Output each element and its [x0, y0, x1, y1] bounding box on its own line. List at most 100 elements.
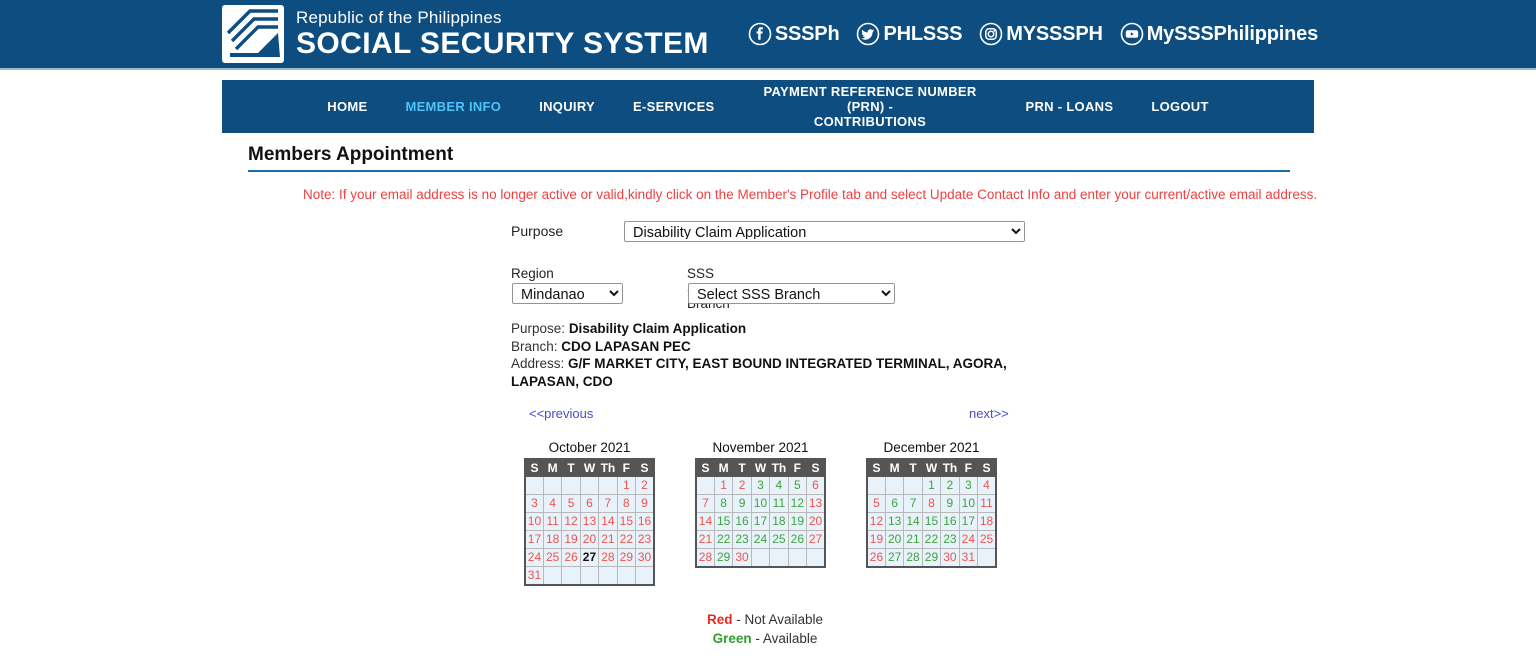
calendar-day-cell: 30 — [635, 548, 655, 567]
appointment-details: Purpose: Disability Claim Application Br… — [511, 320, 1031, 390]
calendar-day-empty — [635, 566, 655, 586]
calendar-weekday-1: M — [542, 458, 563, 477]
calendar-table[interactable]: S M T W Th F S 1 2 3 4 5 6 7 8 9 10 11 12 13 14 15 16 17 18 19 20 2… — [866, 458, 997, 568]
calendar-day-cell[interactable]: 12 — [787, 494, 808, 513]
calendar-day-empty — [579, 476, 600, 495]
calendar-day-cell[interactable]: 9 — [732, 494, 752, 513]
calendar-day-empty — [598, 476, 618, 495]
calendar-day-cell: 13 — [806, 494, 826, 513]
calendar-day-cell[interactable]: 5 — [787, 476, 808, 495]
calendar-day-cell: 24 — [524, 548, 544, 567]
calendar-week-row: 14 15 16 17 18 19 20 — [695, 512, 826, 531]
calendar-day-cell: 10 — [524, 512, 544, 531]
nav-item-home[interactable]: HOME — [308, 99, 386, 114]
calendar-day-cell[interactable]: 10 — [750, 494, 771, 513]
calendar-day-cell[interactable]: 20 — [884, 530, 905, 549]
branch-select[interactable]: Select SSS Branch — [688, 283, 895, 304]
detail-branch-value: CDO LAPASAN PEC — [561, 338, 691, 354]
calendar-table[interactable]: S M T W Th F S 1 2 3 4 5 6 7 8 9 10 11 12 13 14 15 16 17 18 19 20 2… — [524, 458, 655, 586]
calendar-table[interactable]: S M T W Th F S 1 2 3 4 5 6 7 8 9 10 11 12 13 14 15 16 17 18 19 20 2… — [695, 458, 826, 568]
calendar-day-cell[interactable]: 8 — [713, 494, 734, 513]
social-link-facebook[interactable]: SSSPh — [748, 22, 840, 46]
calendar-day-cell[interactable]: 9 — [940, 494, 960, 513]
calendar-day-cell[interactable]: 17 — [750, 512, 771, 531]
calendar-day-cell[interactable]: 19 — [787, 512, 808, 531]
calendar-day-cell[interactable]: 16 — [732, 512, 752, 531]
calendar-day-cell[interactable]: 22 — [921, 530, 942, 549]
calendar-day-cell: 3 — [524, 494, 544, 513]
purpose-select[interactable]: Disability Claim Application — [624, 221, 1025, 242]
calendar-day-cell[interactable]: 22 — [713, 530, 734, 549]
instagram-icon — [979, 22, 1003, 46]
detail-branch-row: Branch: CDO LAPASAN PEC — [511, 338, 1031, 356]
calendar-day-cell[interactable]: 24 — [750, 530, 771, 549]
detail-address-key: Address: — [511, 356, 565, 371]
calendar-day-cell: 23 — [635, 530, 655, 549]
calendar-weekday-1: M — [713, 458, 734, 477]
calendar-day-cell[interactable]: 3 — [958, 476, 979, 495]
calendar-day-cell: 25 — [977, 530, 997, 549]
calendar-day-cell[interactable]: 28 — [903, 548, 923, 568]
calendar-day-cell[interactable]: 7 — [903, 494, 923, 513]
calendar-weekday-6: S — [806, 458, 826, 477]
nav-item-inquiry[interactable]: INQUIRY — [520, 99, 614, 114]
nav-item-member-info[interactable]: MEMBER INFO — [386, 99, 520, 114]
nav-item-prn-contributions[interactable]: PAYMENT REFERENCE NUMBER (PRN) - CONTRIB… — [734, 84, 1007, 129]
nav-item-prn-loans[interactable]: PRN - LOANS — [1007, 99, 1133, 114]
calendar-day-cell[interactable]: 3 — [750, 476, 771, 495]
detail-branch-key: Branch: — [511, 338, 558, 354]
calendar-day-cell[interactable]: 23 — [940, 530, 960, 549]
nav-item-e-services[interactable]: E-SERVICES — [614, 99, 734, 114]
previous-months-link[interactable]: <<previous — [529, 406, 593, 421]
calendar-week-row: 1234 — [866, 476, 997, 495]
calendar-day-cell: 18 — [542, 530, 563, 549]
calendar-day-cell[interactable]: 2 — [940, 476, 960, 495]
calendar-day-cell[interactable]: 27 — [884, 548, 905, 568]
calendar-day-cell[interactable]: 17 — [958, 512, 979, 531]
calendar-weekday-4: Th — [598, 458, 618, 477]
calendar-day-empty — [524, 476, 544, 495]
calendar-day-cell[interactable]: 11 — [769, 494, 789, 513]
calendar-week-row: 31 — [524, 566, 655, 586]
calendar-week-row: 5 6 7 8 9 10 11 — [866, 494, 997, 513]
calendar-day-cell: 1 — [713, 476, 734, 495]
calendar-week-row: 7 8 9 10 11 12 13 — [695, 494, 826, 513]
calendar-day-cell[interactable]: 29 — [921, 548, 942, 568]
calendar-weekday-6: S — [635, 458, 655, 477]
nav-item-logout[interactable]: LOGOUT — [1132, 99, 1227, 114]
calendar-day-cell[interactable]: 6 — [884, 494, 905, 513]
calendar-day-cell[interactable]: 25 — [769, 530, 789, 549]
calendar-day-cell[interactable]: 10 — [958, 494, 979, 513]
calendar-day-cell[interactable]: 15 — [713, 512, 734, 531]
calendar-day-cell[interactable]: 23 — [732, 530, 752, 549]
calendar-day-cell[interactable]: 18 — [769, 512, 789, 531]
calendar-day-cell[interactable]: 26 — [787, 530, 808, 549]
calendar-day-cell: 11 — [542, 512, 563, 531]
region-select[interactable]: Mindanao — [512, 283, 623, 304]
calendar-day-cell[interactable]: 1 — [921, 476, 942, 495]
calendar-day-cell: 20 — [806, 512, 826, 531]
social-link-youtube[interactable]: MySSSPhilippines — [1120, 22, 1318, 46]
calendar-weekday-2: T — [732, 458, 752, 477]
social-link-instagram[interactable]: MYSSSPH — [979, 22, 1103, 46]
calendar-day-cell: 28 — [695, 548, 715, 568]
calendar-day-cell: 2 — [732, 476, 752, 495]
calendar-legend: Red - Not Available Green - Available — [600, 610, 930, 648]
calendar-day-cell: 5 — [561, 494, 581, 513]
detail-purpose-value: Disability Claim Application — [568, 321, 747, 336]
calendar-day-cell: 13 — [579, 512, 600, 531]
calendar-day-cell[interactable]: 16 — [940, 512, 960, 531]
calendar-weekday-4: Th — [769, 458, 789, 477]
social-link-twitter[interactable]: PHLSSS — [856, 22, 962, 46]
next-months-link[interactable]: next>> — [969, 406, 1009, 421]
calendar-day-cell[interactable]: 29 — [713, 548, 734, 568]
calendar-day-cell[interactable]: 13 — [884, 512, 905, 531]
calendar-day-cell[interactable]: 14 — [903, 512, 923, 531]
calendar-day-cell[interactable]: 21 — [903, 530, 923, 549]
calendar-day-cell[interactable]: 4 — [769, 476, 789, 495]
calendar-day-cell: 18 — [977, 512, 997, 531]
calendar-day-cell[interactable]: 15 — [921, 512, 942, 531]
calendar-day-cell: 19 — [561, 530, 581, 549]
calendar-day-cell: 5 — [866, 494, 886, 513]
calendar-day-cell: 31 — [524, 566, 544, 586]
